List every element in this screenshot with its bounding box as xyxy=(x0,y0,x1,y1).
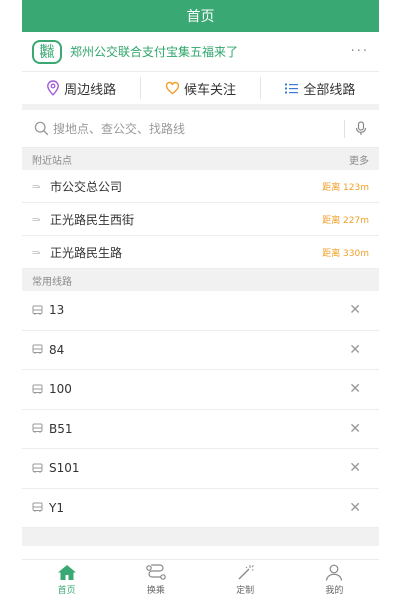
search-input[interactable]: 搜地点、查公交、找路线 xyxy=(53,120,344,137)
remove-route-icon[interactable]: ✕ xyxy=(349,381,369,397)
more-options-button[interactable]: ··· xyxy=(351,44,369,59)
magic-wand-icon xyxy=(238,565,254,580)
remove-route-icon[interactable]: ✕ xyxy=(349,421,369,437)
route-item[interactable]: Y1 ✕ xyxy=(22,489,379,528)
bus-icon xyxy=(32,344,43,355)
bus-icon xyxy=(32,502,43,513)
tab-custom[interactable]: 定制 xyxy=(201,560,290,600)
news-logo: 指尖 快讯 xyxy=(32,39,62,64)
remove-route-icon[interactable]: ✕ xyxy=(349,500,369,516)
remove-route-icon[interactable]: ✕ xyxy=(349,342,369,358)
microphone-icon[interactable] xyxy=(355,121,367,136)
route-item[interactable]: 100 ✕ xyxy=(22,370,379,410)
route-number: 100 xyxy=(49,382,72,397)
route-number: B51 xyxy=(49,421,73,436)
search-icon xyxy=(34,121,49,136)
list-bottom-spacer xyxy=(22,528,379,546)
tab-profile[interactable]: 我的 xyxy=(290,560,379,600)
stop-item[interactable]: ⥰ 市公交总公司 距离 123m xyxy=(22,170,379,203)
route-item[interactable]: B51 ✕ xyxy=(22,410,379,449)
bus-icon xyxy=(32,305,43,315)
search-divider xyxy=(344,119,345,138)
route-item[interactable]: S101 ✕ xyxy=(22,449,379,489)
search-bar[interactable]: 搜地点、查公交、找路线 xyxy=(22,110,379,148)
news-banner[interactable]: 指尖 快讯 郑州公交联合支付宝集五福来了 ··· xyxy=(22,32,379,72)
stop-item[interactable]: ⥰ 正光路民生路 距离 330m xyxy=(22,236,379,269)
routes-title: 常用线路 xyxy=(32,276,72,288)
quick-actions: 周边线路 候车关注 全部线路 xyxy=(22,72,379,110)
bus-icon xyxy=(32,463,43,473)
stop-distance: 距离 123m xyxy=(322,182,369,193)
list-icon xyxy=(285,83,299,93)
bus-icon xyxy=(32,423,43,434)
bottom-tab-bar: 首页 换乘 定制 我的 xyxy=(22,559,379,600)
stop-name: 市公交总公司 xyxy=(50,179,123,194)
nearby-section-header: 附近站点 更多 xyxy=(22,148,379,170)
remove-route-icon[interactable]: ✕ xyxy=(349,302,369,318)
nearby-more-link[interactable]: 更多 xyxy=(349,152,369,167)
route-number: S101 xyxy=(49,461,80,476)
remove-route-icon[interactable]: ✕ xyxy=(349,460,369,476)
heart-icon xyxy=(165,81,180,95)
quick-nearby-routes[interactable]: 周边线路 xyxy=(22,77,142,99)
stop-name: 正光路民生路 xyxy=(50,245,123,260)
bus-stop-icon: ⥰ xyxy=(32,180,40,192)
home-icon xyxy=(57,565,76,580)
top-bar: 首页 xyxy=(22,0,379,32)
news-text[interactable]: 郑州公交联合支付宝集五福来了 xyxy=(70,43,351,60)
stop-distance: 距离 330m xyxy=(322,248,369,259)
bus-stop-icon: ⥰ xyxy=(32,246,40,258)
route-number: 84 xyxy=(49,342,65,357)
nearby-title: 附近站点 xyxy=(32,155,72,167)
quick-watch-stops[interactable]: 候车关注 xyxy=(141,77,261,99)
routes-section-header: 常用线路 xyxy=(22,269,379,291)
route-number: Y1 xyxy=(49,500,64,515)
transfer-icon xyxy=(146,564,166,580)
stop-item[interactable]: ⥰ 正光路民生西街 距离 227m xyxy=(22,203,379,236)
tab-home[interactable]: 首页 xyxy=(22,560,111,600)
user-icon xyxy=(326,564,343,581)
stop-name: 正光路民生西街 xyxy=(50,212,135,227)
bus-icon xyxy=(32,384,43,394)
page-title: 首页 xyxy=(186,9,215,25)
route-item[interactable]: 84 ✕ xyxy=(22,331,379,370)
bus-stop-icon: ⥰ xyxy=(32,213,40,225)
route-number: 13 xyxy=(49,303,65,318)
app-frame: 首页 指尖 快讯 郑州公交联合支付宝集五福来了 ··· 周边线路 候车关注 全部线… xyxy=(22,0,379,600)
location-pin-icon xyxy=(47,80,60,96)
route-item[interactable]: 13 ✕ xyxy=(22,291,379,331)
stop-distance: 距离 227m xyxy=(322,215,369,226)
quick-all-routes[interactable]: 全部线路 xyxy=(261,77,379,99)
tab-transfer[interactable]: 换乘 xyxy=(111,560,200,600)
